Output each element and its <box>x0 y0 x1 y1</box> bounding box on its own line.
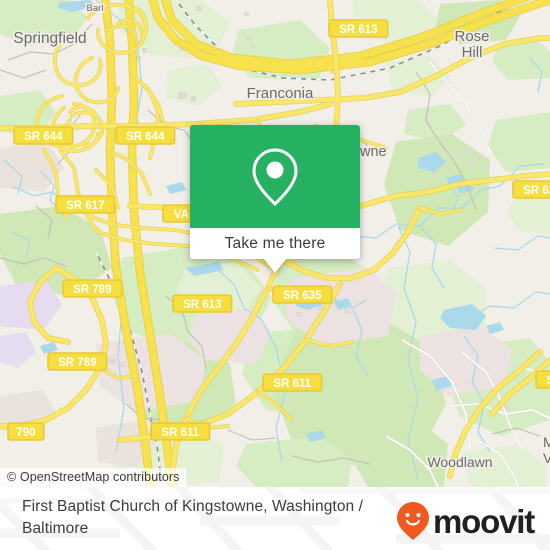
road-shield-label: SR 633 <box>523 185 550 197</box>
road-shield: SR 789 <box>62 279 123 298</box>
road-shield: SR 611 <box>262 373 323 392</box>
footer-bar: First Baptist Church of Kingstowne, Wash… <box>0 487 550 550</box>
road-shield-label: SR 611 <box>546 375 550 387</box>
road-shield: SR 633 <box>512 180 550 199</box>
map-place-label: Woodlawn <box>427 454 492 470</box>
road-shield: SR 613 <box>328 19 389 38</box>
map-canvas[interactable]: .land { fill:#f2efe9; } .green { fill:#d… <box>0 0 550 487</box>
road-shield-label: SR 789 <box>73 284 111 296</box>
map-place-label: M <box>543 434 550 450</box>
map-pin-icon <box>252 147 298 206</box>
moovit-wordmark: moovit <box>433 502 535 540</box>
road-shield-label: SR 613 <box>183 299 221 311</box>
take-me-there-button[interactable]: Take me there <box>190 228 360 273</box>
road-shield: SR 644 <box>115 126 176 145</box>
road-shield-label: SR 611 <box>273 378 311 390</box>
moovit-smiley-pin-icon <box>397 502 430 540</box>
road-shield: SR 613 <box>172 294 233 313</box>
map-place-label: Franconia <box>247 85 314 102</box>
road-shield: 790 <box>7 422 45 441</box>
road-shield-label: SR 789 <box>58 357 96 369</box>
callout-header <box>190 125 360 228</box>
road-shield-label: SR 613 <box>339 24 377 36</box>
map-place-label: Springfield <box>13 30 86 47</box>
moovit-brand: moovit <box>396 501 535 541</box>
location-callout[interactable]: Take me there <box>190 125 360 273</box>
map-place-label: Barl <box>87 3 104 14</box>
road-shield: SR 644 <box>13 126 74 145</box>
map-place-label: Hill <box>462 44 483 61</box>
road-shield-label: SR 617 <box>66 200 104 212</box>
map-attribution: © OpenStreetMap contributors <box>0 468 186 487</box>
page-title: First Baptist Church of Kingstowne, Wash… <box>22 498 364 537</box>
road-shield: SR 617 <box>55 195 116 214</box>
road-shield: SR 611 <box>535 370 550 389</box>
road-shield-label: SR 644 <box>24 131 63 143</box>
callout-tail <box>264 259 286 273</box>
road-shield-label: SR 611 <box>161 427 199 439</box>
road-shield: SR 789 <box>47 352 108 371</box>
road-shield: SR 635 <box>272 285 333 304</box>
map-place-label: wne <box>359 144 387 160</box>
road-shield-label: SR 644 <box>126 131 165 143</box>
take-me-there-label: Take me there <box>224 234 326 252</box>
map-place-label: Rose <box>454 28 489 45</box>
road-shield: SR 611 <box>150 422 211 441</box>
map-place-label: V <box>543 450 550 466</box>
road-shield-label: 790 <box>16 427 35 439</box>
road-shield-label: SR 635 <box>283 290 322 302</box>
